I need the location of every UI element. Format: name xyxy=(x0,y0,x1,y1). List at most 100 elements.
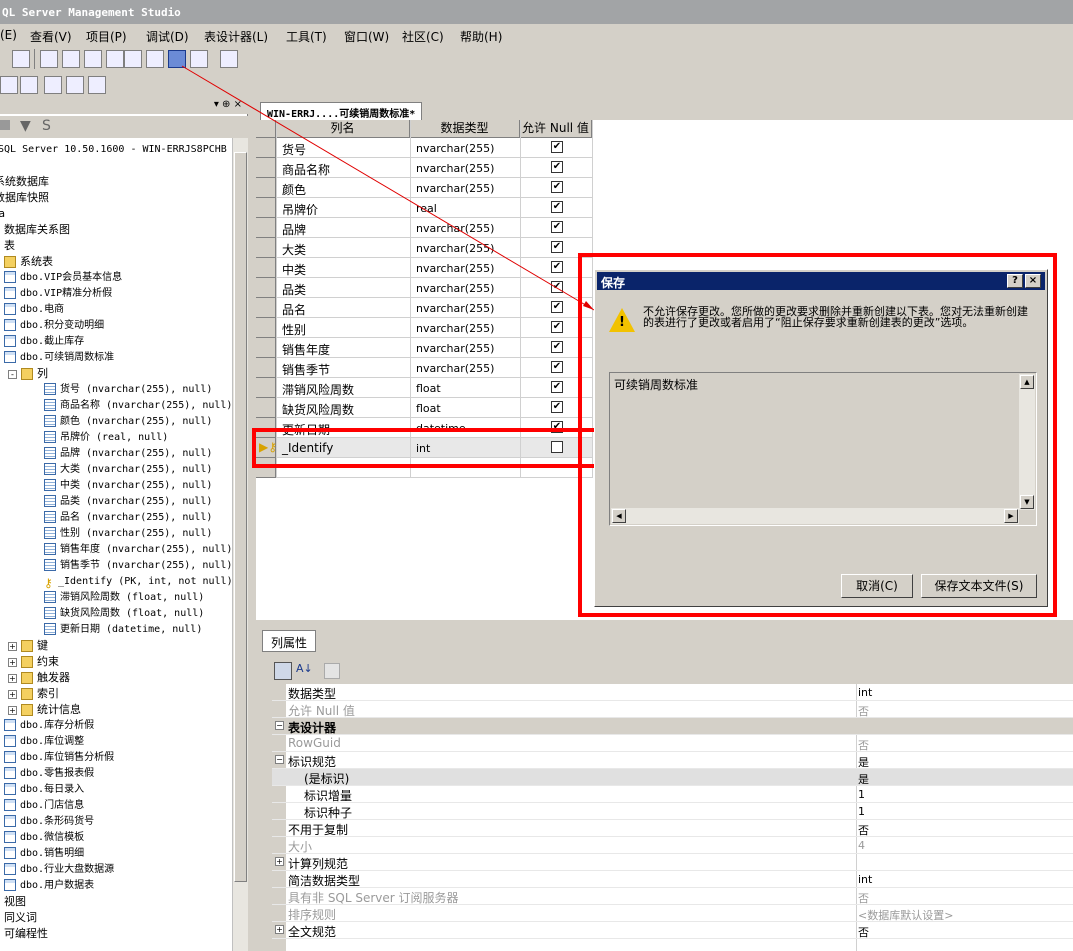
relationships-icon[interactable] xyxy=(20,76,38,94)
table-row[interactable]: 滞销风险周数 float ✔ xyxy=(256,378,592,398)
scroll-down-icon[interactable]: ▼ xyxy=(1020,495,1034,509)
menu-item[interactable]: 工具(T) xyxy=(286,28,327,45)
allow-null-checkbox[interactable]: ✔ xyxy=(551,241,563,253)
data-type-cell[interactable]: nvarchar(255) xyxy=(416,262,494,275)
tree-item[interactable]: 系统数据库 xyxy=(0,174,49,190)
property-value[interactable]: 否 xyxy=(858,703,869,719)
property-value[interactable]: int xyxy=(858,686,872,699)
row-selector[interactable] xyxy=(256,298,276,318)
tree-item[interactable]: 系统表 xyxy=(4,254,53,270)
property-row[interactable]: 大小 4 xyxy=(272,837,1073,854)
property-row[interactable]: + 计算列规范 xyxy=(272,854,1073,871)
categorized-icon[interactable] xyxy=(274,662,292,680)
expand-icon[interactable]: + xyxy=(8,689,17,699)
list-vscrollbar[interactable]: ▲ ▼ xyxy=(1019,374,1035,510)
save-icon[interactable] xyxy=(168,50,186,68)
panel-controls[interactable]: ▾ ⊕ × xyxy=(214,99,242,110)
allow-null-checkbox[interactable]: ✔ xyxy=(551,401,563,413)
table-row[interactable]: 商品名称 nvarchar(255) ✔ xyxy=(256,158,592,178)
tree-item[interactable]: dbo.门店信息 xyxy=(4,798,84,814)
collapse-icon[interactable]: − xyxy=(275,721,284,730)
tree-item[interactable]: dbo.行业大盘数据源 xyxy=(4,862,114,878)
tree-item[interactable]: 滞销风险周数 (float, null) xyxy=(44,590,204,606)
property-value[interactable]: 4 xyxy=(858,839,865,852)
tab-column-properties[interactable]: 列属性 xyxy=(262,630,317,652)
print-icon[interactable] xyxy=(190,50,208,68)
tree-item[interactable]: dbo.电商 xyxy=(4,302,64,318)
allow-null-checkbox[interactable]: ✔ xyxy=(551,341,563,353)
cancel-button[interactable]: 取消(C) xyxy=(841,574,913,598)
open-folder-icon[interactable] xyxy=(146,50,164,68)
activity-monitor-icon[interactable] xyxy=(220,50,238,68)
collapse-icon[interactable]: - xyxy=(8,369,17,379)
row-selector[interactable] xyxy=(256,138,276,158)
expand-icon[interactable]: + xyxy=(8,657,17,667)
row-selector[interactable] xyxy=(256,218,276,238)
row-selector[interactable] xyxy=(256,238,276,258)
data-type-cell[interactable]: nvarchar(255) xyxy=(416,222,494,235)
tree-item[interactable]: dbo.VIP精准分析假 xyxy=(4,286,112,302)
menu-item[interactable]: 表设计器(L) xyxy=(204,28,268,45)
table-row[interactable]: 中类 nvarchar(255) ✔ xyxy=(256,258,592,278)
allow-null-checkbox[interactable]: ✔ xyxy=(551,361,563,373)
table-row[interactable]: 销售年度 nvarchar(255) ✔ xyxy=(256,338,592,358)
data-type-cell[interactable]: nvarchar(255) xyxy=(416,162,494,175)
tree-item[interactable]: dbo.每日录入 xyxy=(4,782,84,798)
header-column-name[interactable]: 列名 xyxy=(276,120,410,138)
property-value[interactable]: 否 xyxy=(858,890,869,906)
check-constraints-icon[interactable] xyxy=(66,76,84,94)
property-row[interactable]: + 全文规范 否 xyxy=(272,922,1073,939)
property-value[interactable]: 是 xyxy=(858,771,869,787)
property-row[interactable]: 标识种子 1 xyxy=(272,803,1073,820)
tree-item[interactable]: 中类 (nvarchar(255), null) xyxy=(44,478,212,494)
scroll-left-icon[interactable]: ◀ xyxy=(612,509,626,523)
expand-icon[interactable]: + xyxy=(275,925,284,934)
property-pages-icon[interactable] xyxy=(324,663,340,679)
indexes-icon[interactable] xyxy=(44,76,62,94)
tree-item[interactable]: 品名 (nvarchar(255), null) xyxy=(44,510,212,526)
tree-item[interactable]: SQL Server 10.50.1600 - WIN-ERRJS8PCHB xyxy=(0,142,227,158)
set-primary-key-icon[interactable] xyxy=(0,76,18,94)
tree-scrollbar[interactable] xyxy=(232,138,248,951)
table-list[interactable]: 可续销周数标准 ▲ ▼ ◀ ▶ xyxy=(609,372,1037,526)
table-row[interactable]: 品牌 nvarchar(255) ✔ xyxy=(256,218,592,238)
tree-item[interactable]: dbo.微信模板 xyxy=(4,830,84,846)
row-selector[interactable] xyxy=(256,258,276,278)
property-row[interactable]: (是标识) 是 xyxy=(272,769,1073,786)
tree-item[interactable]: 商品名称 (nvarchar(255), null) xyxy=(44,398,232,414)
property-row[interactable]: 简洁数据类型 int xyxy=(272,871,1073,888)
scroll-thumb[interactable] xyxy=(234,152,247,882)
tree-item[interactable]: dbo.零售报表假 xyxy=(4,766,94,782)
column-name-cell[interactable]: 性别 xyxy=(282,321,306,338)
column-name-cell[interactable]: 吊牌价 xyxy=(282,201,318,218)
data-type-cell[interactable]: float xyxy=(416,382,441,395)
row-selector[interactable] xyxy=(256,358,276,378)
data-type-cell[interactable]: nvarchar(255) xyxy=(416,322,494,335)
tree-item[interactable]: + 索引 xyxy=(8,686,59,702)
table-row[interactable]: 销售季节 nvarchar(255) ✔ xyxy=(256,358,592,378)
row-selector[interactable] xyxy=(256,378,276,398)
tree-item[interactable]: dbo.库存分析假 xyxy=(4,718,94,734)
row-selector[interactable] xyxy=(256,278,276,298)
xml-query-icon[interactable] xyxy=(84,50,102,68)
tree-item[interactable]: 品类 (nvarchar(255), null) xyxy=(44,494,212,510)
tree-item[interactable]: dbo.用户数据表 xyxy=(4,878,94,894)
tree-item[interactable]: dbo.积分变动明细 xyxy=(4,318,104,334)
allow-null-checkbox[interactable]: ✔ xyxy=(551,221,563,233)
menu-item[interactable]: 查看(V) xyxy=(30,28,72,45)
data-type-cell[interactable]: nvarchar(255) xyxy=(416,362,494,375)
column-name-cell[interactable]: 商品名称 xyxy=(282,161,330,178)
menu-item[interactable]: 窗口(W) xyxy=(344,28,389,45)
help-button[interactable]: ? xyxy=(1007,274,1023,288)
new-file-icon[interactable] xyxy=(124,50,142,68)
property-row[interactable]: 标识增量 1 xyxy=(272,786,1073,803)
data-type-cell[interactable]: nvarchar(255) xyxy=(416,242,494,255)
tree-item[interactable]: 可编程性 xyxy=(4,926,48,942)
tree-item[interactable]: 缺货风险周数 (float, null) xyxy=(44,606,204,622)
table-row[interactable]: 大类 nvarchar(255) ✔ xyxy=(256,238,592,258)
table-row[interactable]: 颜色 nvarchar(255) ✔ xyxy=(256,178,592,198)
allow-null-checkbox[interactable]: ✔ xyxy=(551,281,563,293)
disconnect-icon[interactable] xyxy=(0,120,10,130)
allow-null-checkbox[interactable]: ✔ xyxy=(551,141,563,153)
row-selector[interactable] xyxy=(256,318,276,338)
